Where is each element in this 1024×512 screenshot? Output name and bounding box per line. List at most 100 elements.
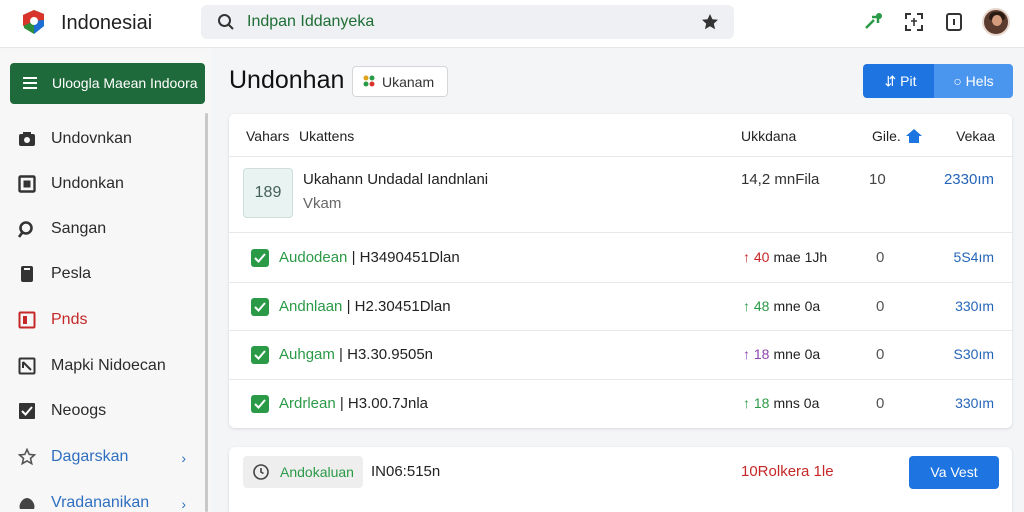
row-name: Audodean <box>279 249 348 266</box>
segment-label: Hels <box>965 73 994 89</box>
segment-button-pit[interactable]: ⇵ Pit <box>863 64 938 98</box>
sidebar-item-7[interactable]: Neoogs <box>0 396 200 426</box>
column-header[interactable]: Ukkdana <box>741 128 796 144</box>
filter-chip[interactable]: Ukanam <box>352 66 448 97</box>
sidebar-item-8[interactable]: Dagarskan › <box>0 442 200 472</box>
sidebar-primary-button[interactable]: Ulooglа Maean Indoora <box>10 63 205 104</box>
flag-icon <box>18 311 36 329</box>
sidebar: Ulooglа Maean Indoora Undovnkan Undonkan… <box>0 49 212 512</box>
file-thumbnail[interactable]: 189 <box>243 168 293 218</box>
checkbox[interactable] <box>251 395 269 413</box>
row-time: mae 1Jh <box>773 249 828 265</box>
table-row[interactable]: Audodean | H3490451Dlan ↑ 40 mae 1Jh 0 5S… <box>229 234 1012 282</box>
row-count: 0 <box>876 395 885 412</box>
segmented-control: ⇵ Pit ○ Hels <box>863 64 1013 98</box>
sidebar-item-label: Undonkan <box>51 175 124 192</box>
row-value: 330ım <box>955 298 994 314</box>
avatar[interactable] <box>982 8 1010 36</box>
row-name: Ardrlean <box>279 395 336 412</box>
trend-indicator: ↑ 18 <box>743 395 770 411</box>
sidebar-item-9[interactable]: Vradananikan › <box>0 488 200 512</box>
checkbox[interactable] <box>251 249 269 267</box>
table-row[interactable]: Andnlaan | H2.30451Dlan ↑ 48 mne 0a 0 330… <box>229 283 1012 331</box>
row-name: Auhgam <box>279 346 335 363</box>
segment-label: Pit <box>900 73 917 89</box>
chevron-right-icon[interactable]: › <box>181 496 186 512</box>
row-code: | H2.30451Dlan <box>342 298 451 315</box>
camera-icon <box>19 132 35 146</box>
file-count: 10 <box>869 171 886 188</box>
sidebar-item-label: Pesla <box>51 265 92 282</box>
status-pill[interactable]: Andokaluan <box>243 456 363 488</box>
star-icon <box>18 448 36 466</box>
sidebar-item-label: Pnds <box>51 311 88 328</box>
home-icon[interactable] <box>905 128 923 147</box>
filter-chip-label: Ukanam <box>382 74 435 90</box>
segment-button-hels[interactable]: ○ Hels <box>934 64 1013 98</box>
external-icon <box>18 357 36 375</box>
sidebar-item-2[interactable]: Undonkan <box>0 169 200 199</box>
sparkle-icon <box>363 75 375 87</box>
action-card: Andokaluan IN06:515n 10Rolkera 1le Va Ve… <box>229 447 1012 512</box>
app-logo-icon <box>23 10 44 34</box>
share-icon[interactable] <box>862 11 884 33</box>
status-pill-label: Andokaluan <box>280 464 354 480</box>
sidebar-item-label: Neoogs <box>51 402 107 419</box>
sidebar-item-6[interactable]: Mapki Nidoecan <box>0 351 200 381</box>
row-time: mne 0a <box>773 346 821 362</box>
expand-icon[interactable] <box>903 11 925 33</box>
cloud-icon <box>19 498 35 509</box>
sidebar-scrollbar[interactable] <box>205 113 208 512</box>
divider <box>229 156 1012 157</box>
search-bar[interactable]: Indpan Iddanyeka <box>201 5 734 39</box>
sidebar-item-label: Mapki Nidoecan <box>51 357 166 374</box>
sidebar-item-4[interactable]: Pesla <box>0 259 200 289</box>
sort-icon: ⇵ <box>884 73 901 89</box>
sidebar-item-1[interactable]: Undovnkan <box>0 124 200 154</box>
search-icon <box>18 221 33 238</box>
star-icon[interactable] <box>700 12 720 32</box>
row-code: | H3.00.7Jnla <box>335 395 428 412</box>
row-value: 330ım <box>955 395 994 411</box>
file-subtitle: Vkam <box>303 195 342 212</box>
trend-indicator: ↑ 40 <box>743 249 770 265</box>
clock-icon <box>253 464 269 480</box>
circle-icon: ○ <box>953 73 966 89</box>
column-header[interactable]: Ukattens <box>299 128 354 144</box>
trend-indicator: ↑ 18 <box>743 346 770 362</box>
trend-indicator: ↑ 48 <box>743 298 770 314</box>
row-count: 0 <box>876 346 885 363</box>
sidebar-item-3[interactable]: Sangan <box>0 214 200 244</box>
checkbox[interactable] <box>251 298 269 316</box>
menu-icon[interactable] <box>23 76 37 90</box>
row-name: Andnlaan <box>279 298 343 315</box>
sidebar-item-label: Vradananikan <box>51 494 150 511</box>
column-header[interactable]: Gile. <box>872 128 901 144</box>
files-table: Vahars Ukattens Ukkdana Gile. Vekaa 189 … <box>229 114 1012 428</box>
column-header[interactable]: Vekaa <box>956 128 995 144</box>
table-row[interactable]: Auhgam | H3.30.9505n ↑ 18 mne 0a 0 S30ım <box>229 331 1012 379</box>
square-icon <box>18 175 36 193</box>
search-input[interactable]: Indpan Iddanyeka <box>247 13 374 31</box>
row-time: mne 0a <box>773 298 821 314</box>
table-row[interactable]: Ardrlean | H3.00.7Jnla ↑ 18 mns 0a 0 330ı… <box>229 380 1012 428</box>
chevron-right-icon[interactable]: › <box>181 450 186 466</box>
sidebar-primary-label: Ulooglа Maean Indoora <box>52 75 198 91</box>
row-code: | H3.30.9505n <box>334 346 434 363</box>
file-size: 14,2 mnFila <box>741 171 820 188</box>
document-icon[interactable] <box>943 11 965 33</box>
search-icon <box>218 14 234 30</box>
file-title[interactable]: Ukahann Undadal Iandnlani <box>303 171 488 188</box>
page-title: Undonhan <box>229 66 345 94</box>
row-value: 5S4ım <box>953 249 994 265</box>
checkbox-icon <box>19 403 35 419</box>
warning-text: 10Rolkera 1le <box>741 463 834 480</box>
primary-action-button[interactable]: Va Vest <box>909 456 999 489</box>
checkbox[interactable] <box>251 346 269 364</box>
row-count: 0 <box>876 298 885 315</box>
sidebar-item-5[interactable]: Pnds <box>0 305 200 335</box>
column-header[interactable]: Vahars <box>246 128 289 144</box>
row-code: | H3490451Dlan <box>347 249 460 266</box>
sidebar-item-label: Dagarskan <box>51 448 129 465</box>
phone-icon <box>21 266 33 282</box>
